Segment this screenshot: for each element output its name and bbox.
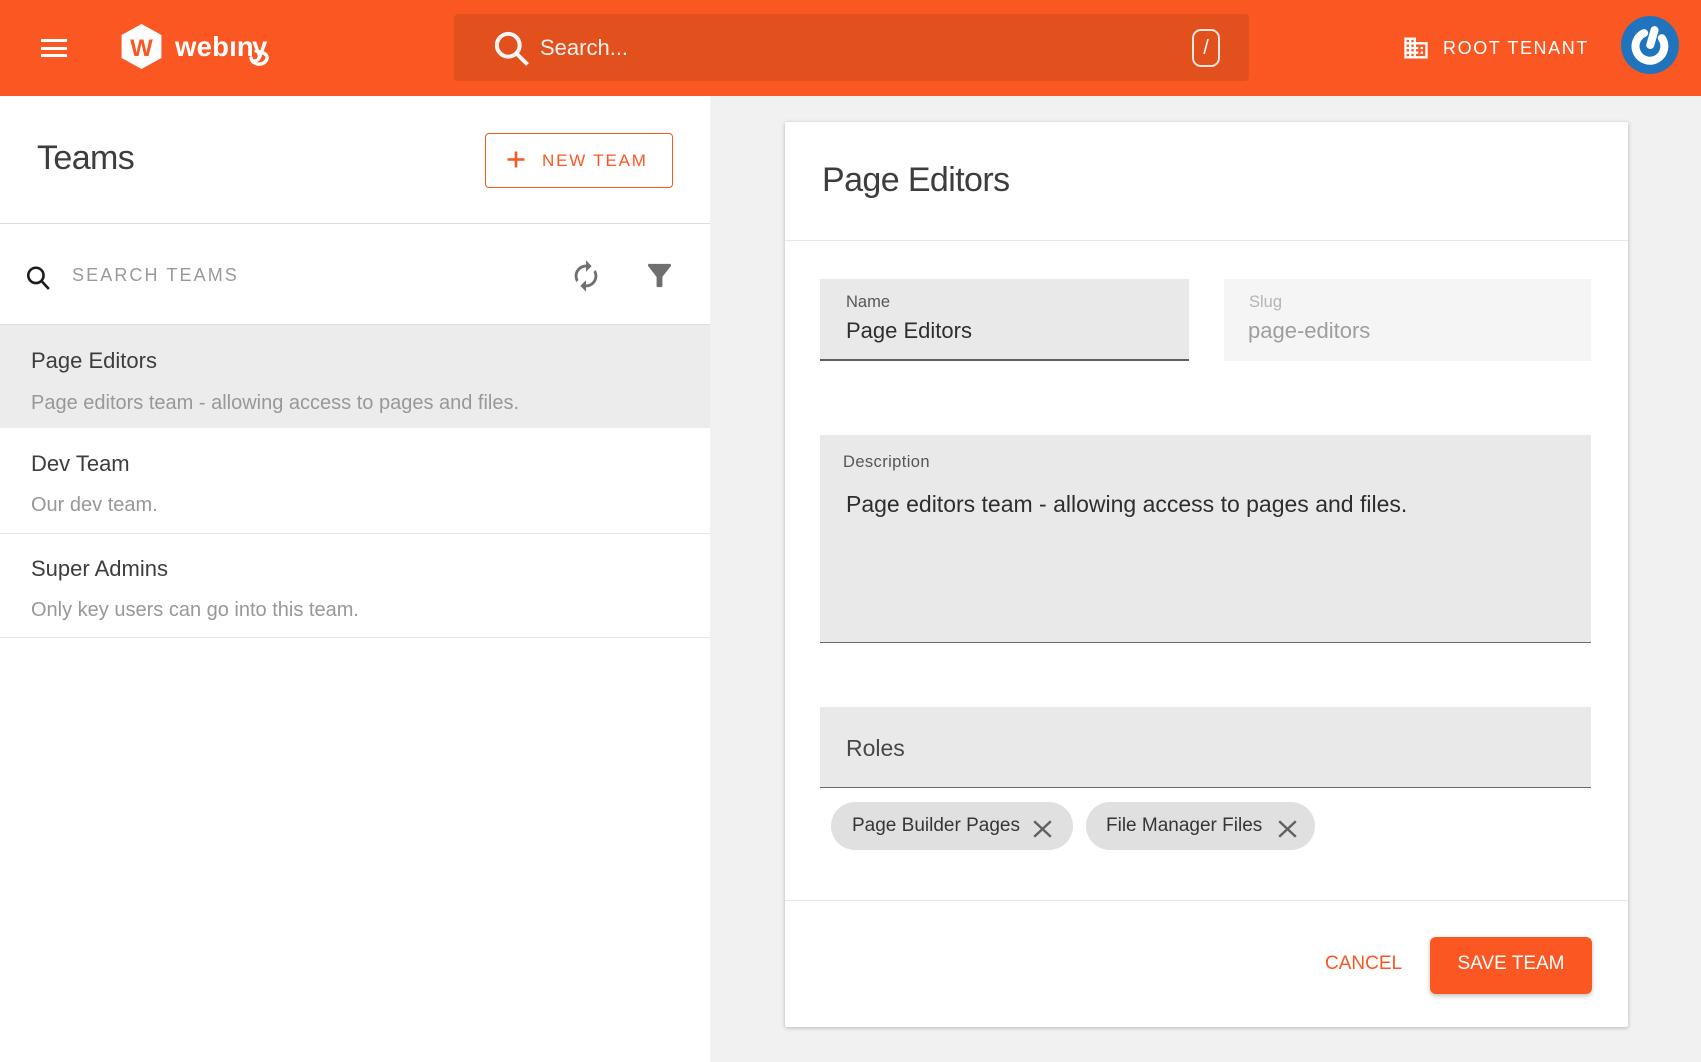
svg-text:W: W xyxy=(130,35,153,62)
